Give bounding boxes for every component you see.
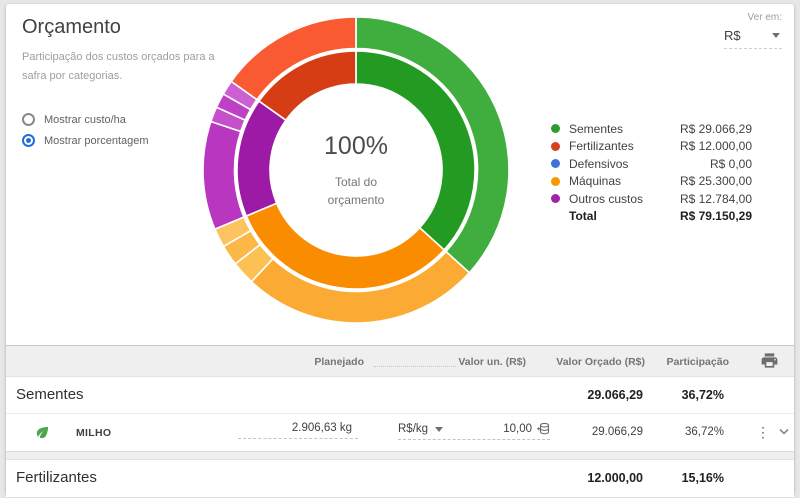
category-row: Sementes 29.066,29 36,72% (6, 377, 794, 413)
legend-value: R$ 0,00 (710, 157, 752, 171)
item-participacao: 36,72% (685, 426, 724, 438)
category-participacao: 36,72% (682, 388, 724, 402)
planejado-input[interactable]: 2.906,63 kg (238, 422, 358, 439)
table-header: Planejado Valor un. (R$) Valor Orçado (R… (6, 346, 794, 376)
view-in-label: Ver em: (712, 12, 782, 23)
legend-color-dot (551, 177, 560, 186)
legend-item-maquinas: Máquinas R$ 25.300,00 (551, 173, 752, 191)
legend-total-label: Total (551, 209, 680, 223)
kebab-menu-icon[interactable]: ⋮ (756, 422, 770, 442)
plant-leaf-icon (34, 424, 51, 444)
legend-label: Máquinas (569, 174, 680, 188)
radio-selected-icon[interactable] (22, 134, 35, 147)
legend-label: Outros custos (569, 192, 680, 206)
currency-view-control: Ver em: R$ (712, 12, 782, 49)
table-row-milho: MILHO 2.906,63 kg R$/kg 10,00 (6, 413, 794, 451)
category-name: Fertilizantes (16, 469, 97, 486)
table-group-fertilizantes: Fertilizantes 12.000,00 15,16% (6, 459, 794, 498)
caret-down-icon (435, 427, 443, 432)
item-name: MILHO (76, 427, 111, 439)
legend-value: R$ 12.784,00 (680, 192, 752, 206)
legend-item-fertilizantes: Fertilizantes R$ 12.000,00 (551, 138, 752, 156)
print-icon[interactable] (760, 351, 780, 371)
unit-value: R$/kg (398, 423, 428, 435)
valor-un-value: 10,00 (503, 423, 532, 435)
legend-total-row: Total R$ 79.150,29 (551, 208, 752, 226)
radio-label: Mostrar custo/ha (44, 114, 126, 126)
legend-label: Fertilizantes (569, 139, 680, 153)
currency-select[interactable]: R$ (724, 27, 782, 49)
item-valor-orcado: 29.066,29 (592, 426, 643, 438)
category-row: Fertilizantes 12.000,00 15,16% (6, 460, 794, 497)
radio-icon[interactable] (22, 113, 35, 126)
group-separator (6, 452, 794, 459)
legend-color-dot (551, 142, 560, 151)
legend-color-dot (551, 194, 560, 203)
legend-label: Defensivos (569, 157, 710, 171)
col-participacao: Participação (667, 356, 729, 368)
col-valor-orcado: Valor Orçado (R$) (556, 356, 645, 368)
category-participacao: 15,16% (682, 471, 724, 485)
legend-value: R$ 12.000,00 (680, 139, 752, 153)
category-valor-orcado: 12.000,00 (587, 471, 643, 485)
legend-label: Sementes (569, 122, 680, 136)
chart-legend: Sementes R$ 29.066,29 Fertilizantes R$ 1… (551, 120, 752, 225)
legend-color-dot (551, 124, 560, 133)
budget-donut-chart[interactable] (186, 0, 526, 340)
table-group-sementes: Sementes 29.066,29 36,72% MILHO 2.906,63… (6, 376, 794, 452)
legend-item-outros-custos: Outros custos R$ 12.784,00 (551, 190, 752, 208)
budget-table: Planejado Valor un. (R$) Valor Orçado (R… (6, 345, 794, 494)
col-planejado: Planejado (314, 356, 364, 368)
coins-icon[interactable] (537, 422, 550, 436)
valor-un-input[interactable]: 10,00 (503, 422, 550, 436)
legend-item-sementes: Sementes R$ 29.066,29 (551, 120, 752, 138)
category-name: Sementes (16, 386, 84, 403)
legend-item-defensivos: Defensivos R$ 0,00 (551, 155, 752, 173)
chevron-down-icon[interactable] (778, 427, 790, 439)
budget-card: Orçamento Participação dos custos orçado… (6, 4, 794, 494)
header-dotted-line (374, 366, 456, 367)
valor-un-field: R$/kg 10,00 (398, 422, 550, 440)
chart-section: Orçamento Participação dos custos orçado… (6, 4, 794, 345)
legend-color-dot (551, 159, 560, 168)
col-valor-un: Valor un. (R$) (458, 356, 526, 368)
radio-label: Mostrar porcentagem (44, 135, 149, 147)
legend-value: R$ 29.066,29 (680, 122, 752, 136)
caret-down-icon (772, 33, 780, 38)
unit-select[interactable]: R$/kg (398, 423, 443, 435)
legend-value: R$ 25.300,00 (680, 174, 752, 188)
legend-total-value: R$ 79.150,29 (680, 209, 752, 223)
currency-value: R$ (724, 28, 741, 43)
category-valor-orcado: 29.066,29 (587, 388, 643, 402)
